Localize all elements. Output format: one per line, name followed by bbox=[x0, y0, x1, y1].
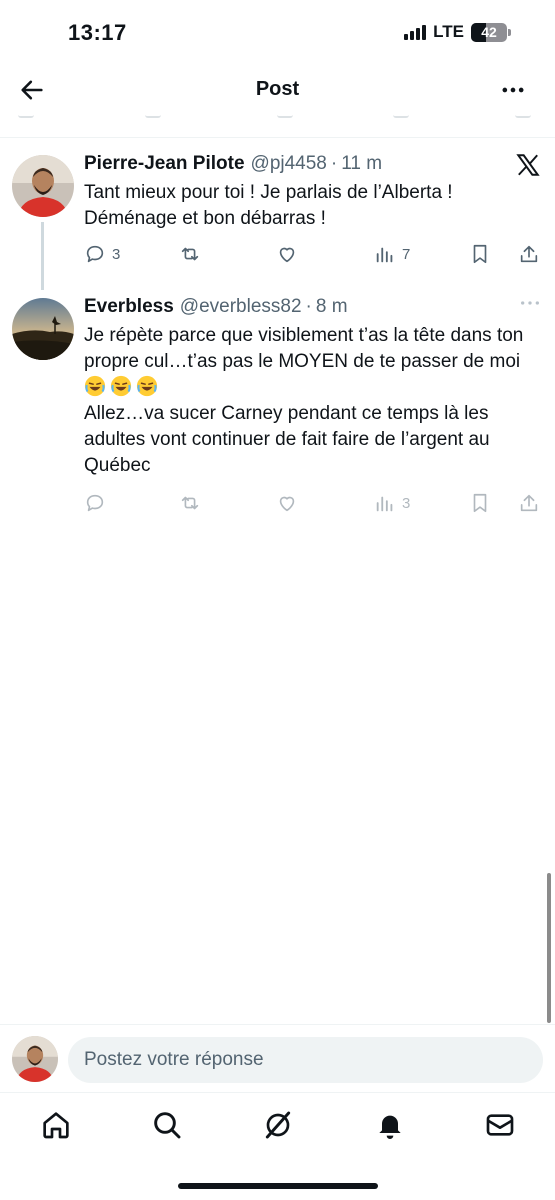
tweet-text: Tant mieux pour toi ! Je parlais de l’Al… bbox=[84, 180, 537, 232]
share-icon bbox=[520, 245, 538, 263]
grok-icon[interactable] bbox=[262, 1109, 294, 1141]
tweet-line: Allez…va sucer Carney pendant ce temps l… bbox=[84, 403, 490, 476]
network-label: LTE bbox=[433, 22, 464, 41]
like-button[interactable] bbox=[276, 243, 304, 265]
author-name[interactable]: Everbless bbox=[84, 296, 174, 318]
views-button[interactable]: 7 bbox=[374, 243, 410, 265]
search-icon[interactable] bbox=[151, 1109, 183, 1141]
bookmark-icon bbox=[473, 244, 487, 264]
tweet-line: Je répète parce que visiblement t’as la … bbox=[84, 323, 537, 401]
views-button[interactable]: 3 bbox=[374, 492, 410, 514]
signal-icon bbox=[404, 24, 427, 40]
page-title: Post bbox=[255, 78, 300, 100]
bookmark-button[interactable] bbox=[469, 492, 491, 514]
tweet[interactable]: Everbless @everbless82 · 8 m Je répète p… bbox=[0, 290, 555, 520]
bookmark-icon bbox=[473, 493, 487, 513]
laughing-emoji-icon bbox=[110, 375, 136, 398]
battery-level: 42 bbox=[481, 24, 497, 40]
repost-icon bbox=[181, 496, 199, 510]
bar-chart-icon bbox=[376, 247, 393, 263]
home-indicator bbox=[178, 1183, 378, 1189]
scrollbar[interactable] bbox=[547, 873, 551, 1023]
tweet-text: Je répète parce que visiblement t’as la … bbox=[84, 323, 537, 479]
avatar[interactable] bbox=[12, 155, 74, 217]
reply-button[interactable] bbox=[84, 492, 112, 514]
bell-icon[interactable] bbox=[374, 1109, 406, 1141]
author-handle[interactable]: @everbless82 bbox=[180, 296, 302, 318]
avatar[interactable] bbox=[12, 298, 74, 360]
previous-tweet-actions bbox=[0, 108, 555, 138]
view-count: 7 bbox=[402, 245, 411, 263]
author-handle[interactable]: @pj4458 bbox=[251, 153, 327, 175]
battery-icon: 42 bbox=[471, 22, 507, 42]
mail-icon[interactable] bbox=[484, 1109, 516, 1141]
tweet-actions: 3 bbox=[84, 492, 544, 516]
tweet-actions: 3 7 bbox=[84, 243, 544, 267]
avatar[interactable] bbox=[12, 1036, 58, 1082]
like-button[interactable] bbox=[276, 492, 304, 514]
tweet-line: Tant mieux pour toi ! Je parlais de l’Al… bbox=[84, 182, 453, 203]
repost-button[interactable] bbox=[179, 492, 207, 514]
author-name[interactable]: Pierre-Jean Pilote bbox=[84, 153, 245, 175]
status-bar: 13:17 LTE 42 bbox=[0, 0, 555, 62]
x-logo-icon bbox=[516, 154, 540, 176]
view-count: 3 bbox=[402, 494, 411, 512]
home-icon[interactable] bbox=[40, 1109, 72, 1141]
comment-icon bbox=[86, 245, 104, 263]
bar-chart-icon bbox=[376, 496, 393, 512]
tweet-header: Everbless @everbless82 · 8 m bbox=[84, 296, 348, 318]
laughing-emoji-icon bbox=[84, 375, 110, 398]
repost-icon bbox=[181, 247, 199, 261]
share-button[interactable] bbox=[518, 492, 540, 514]
more-horizontal-icon[interactable] bbox=[519, 296, 541, 310]
reply-bar bbox=[0, 1024, 555, 1092]
status-indicators: LTE 42 bbox=[404, 22, 511, 42]
heart-icon bbox=[279, 247, 295, 263]
tweet-time[interactable]: 8 m bbox=[316, 296, 348, 318]
more-horizontal-icon[interactable] bbox=[499, 76, 527, 104]
reply-button[interactable]: 3 bbox=[84, 243, 120, 265]
reply-input[interactable] bbox=[68, 1037, 543, 1083]
reply-count: 3 bbox=[112, 245, 121, 263]
share-icon bbox=[520, 494, 538, 512]
tweet-time[interactable]: 11 m bbox=[341, 153, 382, 175]
tweet-header: Pierre-Jean Pilote @pj4458 · 11 m bbox=[84, 153, 383, 175]
tweet-line: Déménage et bon débarras ! bbox=[84, 208, 326, 229]
bookmark-button[interactable] bbox=[469, 243, 491, 265]
tweet[interactable]: Pierre-Jean Pilote @pj4458 · 11 m Tant m… bbox=[0, 140, 555, 290]
heart-icon bbox=[279, 496, 295, 512]
status-time: 13:17 bbox=[68, 20, 127, 45]
laughing-emoji-icon bbox=[136, 375, 162, 398]
share-button[interactable] bbox=[518, 243, 540, 265]
repost-button[interactable] bbox=[179, 243, 207, 265]
comment-icon bbox=[86, 494, 104, 512]
thread-line bbox=[41, 222, 44, 290]
